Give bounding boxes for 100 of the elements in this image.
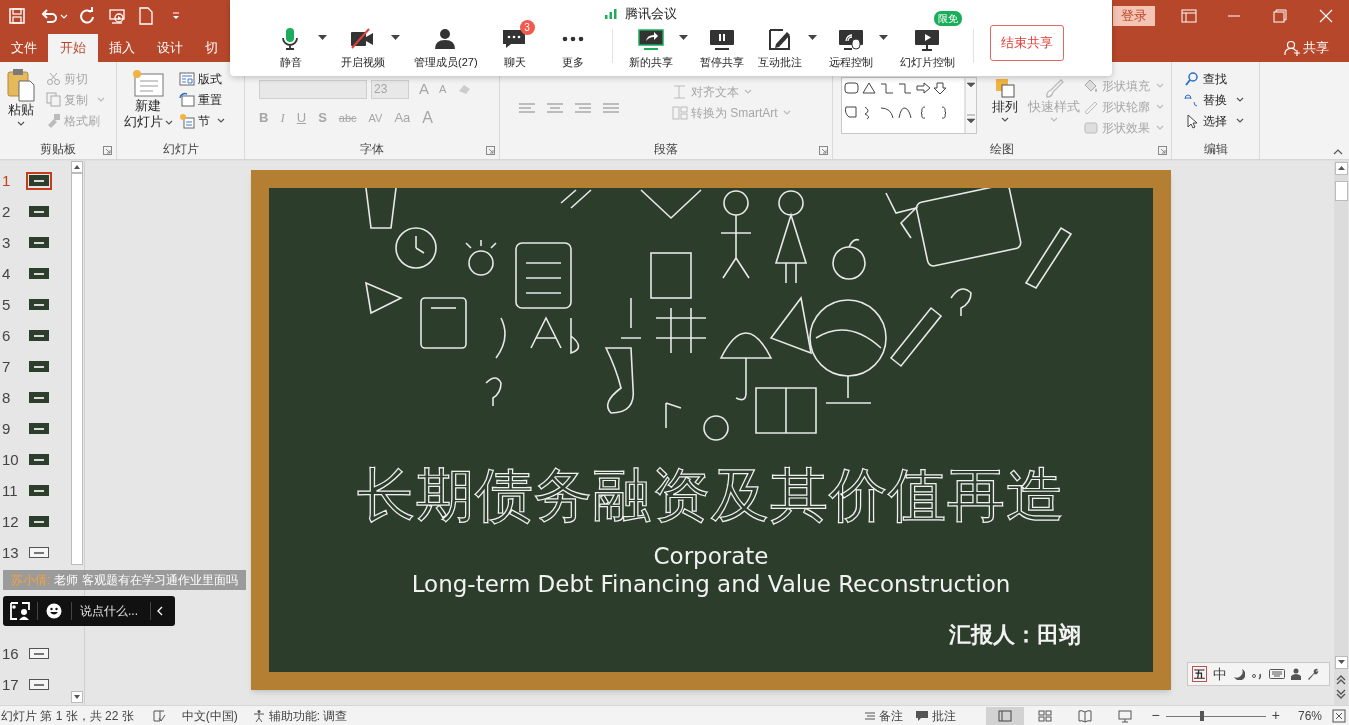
zoom-slider-thumb[interactable] [1199,710,1204,721]
dialog-launcher-icon[interactable] [486,146,495,155]
chat-input-field[interactable]: 说点什么... [80,602,146,620]
signal-icon [605,8,617,19]
slide-thumbnail[interactable] [26,171,52,190]
caret-icon [1156,83,1164,88]
ribbon-display-icon[interactable] [1181,9,1197,23]
person-icon[interactable] [1291,668,1301,680]
new-slide-icon [131,68,165,98]
ribbon-button[interactable]: 节 [179,110,225,131]
redo-icon[interactable] [78,7,96,25]
input-mode-button[interactable]: 五 [1192,666,1207,682]
presentation-icon[interactable] [108,7,126,25]
emoji-icon[interactable] [46,603,62,619]
ribbon-tab[interactable]: 切 [194,34,218,62]
dropdown-caret-icon[interactable] [678,35,688,40]
search-icon [1184,70,1200,87]
view-button[interactable] [985,706,1024,725]
new-file-icon[interactable] [138,7,154,25]
slide-number: 8 [1,388,12,407]
moon-icon[interactable] [1233,668,1245,680]
collapse-ribbon-icon[interactable] [1333,149,1343,155]
language-toggle-button[interactable]: 中 [1213,663,1227,685]
notes-button[interactable]: 备注 [863,706,903,725]
next-slide-icon[interactable] [1336,689,1346,699]
scroll-up-icon[interactable] [1334,162,1348,175]
ribbon-tab[interactable]: 文件 [0,34,48,62]
keyboard-icon[interactable] [1269,669,1285,679]
caret-icon[interactable] [60,13,68,19]
camera-off-icon [350,27,376,51]
ribbon-button[interactable]: 替换 [1184,89,1244,110]
accessibility-button[interactable]: 辅助功能: 调查 [251,706,348,725]
meeting-tool-button[interactable]: 互动批注 [755,27,804,69]
meeting-tool-button[interactable]: 幻灯片控制 [897,27,957,69]
meeting-tool-button[interactable]: 管理成员(27) [412,27,480,69]
save-icon[interactable] [8,7,26,25]
zoom-out-button[interactable]: − [1151,705,1160,725]
arrange-button[interactable]: 排列 [987,77,1023,139]
slide-number: 9 [1,419,12,438]
ribbon-button[interactable]: 查找 [1184,68,1244,89]
fit-to-window-icon[interactable] [1332,708,1346,723]
zoom-level[interactable]: 76% [1297,706,1322,725]
restore-icon[interactable] [1273,9,1287,23]
chevron-left-icon[interactable] [157,606,163,616]
zoom-in-button[interactable]: + [1271,705,1280,725]
scrollbar-thumb[interactable] [1334,181,1348,201]
scrollbar-thumb[interactable] [71,173,83,565]
meeting-tool-button[interactable]: 更多 [549,27,596,69]
ribbon-tab[interactable]: 设计 [146,34,194,62]
zoom-slider[interactable] [1165,709,1266,722]
dialog-launcher-icon[interactable] [1158,146,1167,155]
spell-check-icon[interactable] [151,708,166,723]
caret-icon [1050,117,1058,122]
dialog-launcher-icon[interactable] [819,146,828,155]
meeting-tool-button[interactable]: 新的共享 [626,27,675,69]
arrange-icon [994,77,1016,99]
previous-slide-icon[interactable] [1336,675,1346,685]
dropdown-caret-icon[interactable] [391,35,400,40]
paste-button[interactable]: 粘贴 [4,68,38,139]
group-label: 字体 [360,141,384,158]
notes-icon [863,709,876,722]
scroll-up-icon[interactable] [71,161,83,173]
language-button[interactable]: 中文(中国) [181,706,238,725]
shape-gallery[interactable] [841,77,977,134]
undo-icon[interactable] [40,7,58,25]
meeting-tool-button[interactable]: 开启视频 [339,27,387,69]
ribbon-tab[interactable]: 开始 [48,34,98,62]
layout-icon [179,70,195,87]
caret-icon [97,97,105,102]
font-name-field[interactable] [259,79,367,99]
dropdown-caret-icon[interactable] [318,35,327,40]
caret-icon [1156,125,1164,130]
customize-caret-icon[interactable] [172,12,180,20]
wrench-icon[interactable] [1307,668,1319,680]
meeting-tool-button[interactable]: 远程控制 [826,27,875,69]
dropdown-caret-icon[interactable] [878,35,888,40]
chat-message: 苏小倩: 老师 客观题有在学习通作业里面吗 [3,570,246,590]
slide-title: 长期债务融资及其价值再造 [357,461,1065,529]
scroll-down-icon[interactable] [1334,656,1348,669]
login-button[interactable]: 登录 [1113,6,1155,26]
new-slide-button[interactable]: 新建 幻灯片 [123,68,173,139]
ribbon-tab[interactable]: 插入 [98,34,146,62]
share-button[interactable]: 共享 [1284,34,1349,62]
monitor-pause-icon [708,27,735,51]
caret-icon [782,110,791,115]
slide-number: 3 [1,233,12,252]
comments-button[interactable]: 批注 [914,706,956,725]
effects-icon [1083,119,1099,136]
ribbon-button[interactable]: 选择 [1184,110,1244,131]
close-icon[interactable] [1319,9,1333,23]
smartart-icon [672,104,688,121]
ribbon-button[interactable]: 重置 [179,89,225,110]
screen-user-icon[interactable] [9,601,31,621]
scroll-down-icon[interactable] [71,691,83,703]
meeting-tool-button[interactable]: 静音 [268,27,314,69]
dropdown-caret-icon[interactable] [807,35,817,40]
meeting-tool-button[interactable]: 暂停共享 [697,27,746,69]
end-share-button[interactable]: 结束共享 [989,25,1064,61]
ribbon-button[interactable]: 版式 [179,68,225,89]
dialog-launcher-icon[interactable] [103,146,112,155]
